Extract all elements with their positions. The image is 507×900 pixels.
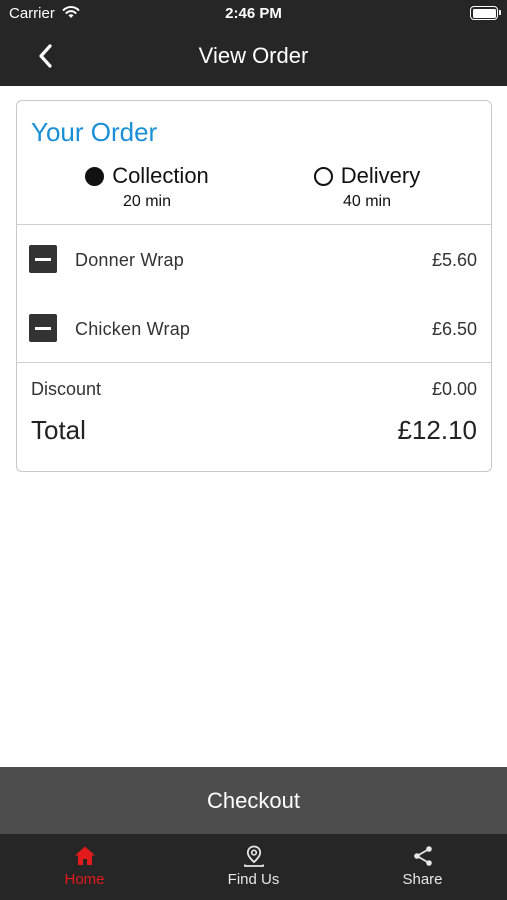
order-item: Donner Wrap £5.60 bbox=[17, 240, 491, 280]
discount-value: £0.00 bbox=[431, 379, 477, 399]
tab-find-us-label: Find Us bbox=[227, 871, 280, 888]
nav-bar: View Order bbox=[0, 28, 507, 86]
item-price: £6.50 bbox=[431, 319, 477, 339]
total-label: Total bbox=[31, 415, 86, 445]
collection-time: 20 min bbox=[122, 193, 172, 210]
item-price: £5.60 bbox=[431, 250, 477, 270]
tab-share-label: Share bbox=[402, 871, 443, 888]
tab-find-us[interactable]: Find Us bbox=[169, 834, 338, 900]
map-pin-icon bbox=[243, 845, 264, 867]
order-item: Chicken Wrap £6.50 bbox=[17, 309, 491, 349]
radio-unselected-icon bbox=[313, 166, 333, 186]
tab-bar: Home Find Us Share bbox=[0, 834, 507, 900]
tab-home[interactable]: Home bbox=[0, 834, 169, 900]
battery-icon bbox=[470, 6, 501, 20]
item-name: Donner Wrap bbox=[75, 250, 184, 270]
delivery-option[interactable]: Delivery 40 min bbox=[277, 163, 457, 211]
checkout-button[interactable]: Checkout bbox=[0, 767, 507, 834]
order-card: Your Order Collection 20 min Delivery 40… bbox=[16, 100, 492, 472]
tab-home-label: Home bbox=[64, 871, 105, 888]
clock: 2:46 PM bbox=[225, 5, 282, 22]
total-value: £12.10 bbox=[397, 415, 477, 445]
remove-item-button[interactable] bbox=[29, 314, 57, 342]
discount-label: Discount bbox=[31, 379, 102, 399]
status-bar: Carrier 2:46 PM bbox=[0, 0, 507, 28]
tab-share[interactable]: Share bbox=[338, 834, 507, 900]
top-bar: Carrier 2:46 PM View Order bbox=[0, 0, 507, 86]
page-title: View Order bbox=[198, 43, 309, 68]
remove-item-button[interactable] bbox=[29, 245, 57, 273]
radio-selected-icon bbox=[85, 166, 105, 186]
delivery-label: Delivery bbox=[340, 163, 421, 188]
item-name: Chicken Wrap bbox=[75, 319, 191, 339]
delivery-time: 40 min bbox=[342, 193, 392, 210]
share-icon bbox=[413, 846, 432, 866]
order-title: Your Order bbox=[31, 117, 158, 147]
collection-option[interactable]: Collection 20 min bbox=[57, 163, 237, 211]
home-icon bbox=[74, 846, 95, 865]
collection-label: Collection bbox=[112, 163, 209, 188]
divider bbox=[17, 224, 491, 225]
divider bbox=[17, 362, 491, 363]
